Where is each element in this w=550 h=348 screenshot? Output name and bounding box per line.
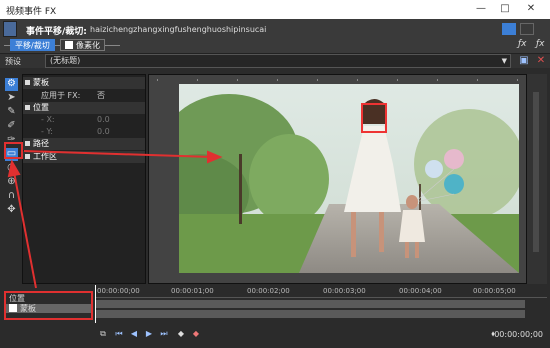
annotation-arrows (7, 150, 223, 289)
video-event-fx-window: 视频事件 FX — □ ✕ 事件平移/裁切: haizichengzhangxi… (0, 0, 550, 348)
